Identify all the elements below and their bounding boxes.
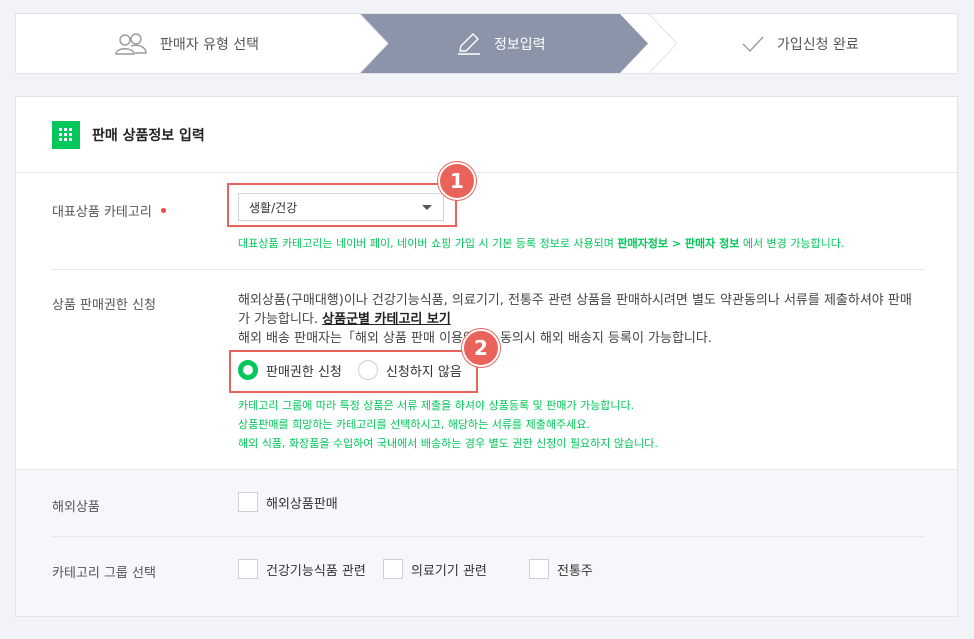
category-guide-link[interactable]: 상품군별 카테고리 보기 [322,312,451,327]
category-note-prefix: 대표상품 카테고리는 네이버 페이, 네이버 쇼핑 가입 시 기본 등록 정보로… [238,237,618,250]
step-separator [360,14,389,73]
step-label: 가입신청 완료 [777,36,859,53]
category-selected-value: 생활/건강 [249,200,298,215]
checkbox-label: 전통주 [557,563,593,579]
permission-desc-line1: 해외상품(구매대행)이나 건강기능식품, 의료기기, 전통주 관련 상품을 판매… [238,293,912,308]
category-note: 대표상품 카테고리는 네이버 페이, 네이버 쇼핑 가입 시 기본 등록 정보로… [238,234,844,253]
health-food-checkbox[interactable]: 건강기능식품 관련 [238,559,366,579]
row-divider [52,269,924,270]
category-group-label: 카테고리 그룹 선택 [52,566,156,581]
chevron-down-icon [422,205,432,210]
permission-note: 상품판매를 희망하는 카테고리를 선택하시고, 해당하는 서류를 제출해주세요. [238,418,590,431]
card-title: 판매 상품정보 입력 [92,127,205,144]
permission-description: 해외상품(구매대행)이나 건강기능식품, 의료기기, 전통주 관련 상품을 판매… [238,291,928,348]
category-note-bold: 판매자정보 > 판매자 정보 [617,237,740,250]
checkbox-box [383,559,403,579]
permission-radio-group: 판매권한 신청 신청하지 않음 [238,360,462,380]
permission-note: 해외 식품, 화장품을 수입하여 국내에서 배송하는 경우 별도 권한 신청이 … [238,437,658,450]
step-label: 판매자 유형 선택 [160,36,260,53]
step-separator [649,14,678,73]
checkbox-label: 건강기능식품 관련 [266,563,366,579]
checkbox-box [529,559,549,579]
check-icon [742,36,764,52]
medical-device-checkbox[interactable]: 의료기기 관련 [383,559,487,579]
overseas-checkbox[interactable]: 해외상품판매 [238,492,338,512]
step-label: 정보입력 [494,36,546,53]
radio-label: 판매권한 신청 [266,364,342,380]
radio-not-apply[interactable]: 신청하지 않음 [357,360,462,380]
card-header: 판매 상품정보 입력 [16,97,957,173]
permission-desc-line2: 가 가능합니다. [238,312,323,327]
row-divider [52,536,924,537]
signup-stepper: 판매자 유형 선택 정보입력 가입신청 완료 [15,13,958,74]
category-group-section: 해외상품 해외상품판매 카테고리 그룹 선택 건강기능식품 관련 의료기기 관련… [16,469,957,616]
permission-note: 카테고리 그룹에 따라 특정 상품은 서류 제출을 하셔야 상품등록 및 판매가… [238,399,635,412]
radio-label: 신청하지 않음 [385,364,462,380]
step-complete[interactable]: 가입신청 완료 [741,14,859,73]
annotation-badge-1: 1 [438,162,476,200]
category-label: 대표상품 카테고리 [52,201,166,220]
radio-circle-off [357,360,378,380]
annotation-badge-2: 2 [462,329,500,367]
permission-notes: 카테고리 그룹에 따라 특정 상품은 서류 제출을 하셔야 상품등록 및 판매가… [238,396,658,453]
overseas-label: 해외상품 [52,500,100,515]
checkbox-box [238,559,258,579]
category-note-suffix: 에서 변경 가능합니다. [739,237,845,250]
permission-label: 상품 판매권한 신청 [52,298,156,313]
checkbox-label: 해외상품판매 [266,496,338,512]
product-info-card: 판매 상품정보 입력 대표상품 카테고리 생활/건강 1 대표상품 카테고리는 … [15,96,958,617]
checkbox-label: 의료기기 관련 [411,563,487,579]
category-select[interactable]: 생활/건강 [238,193,444,221]
step-seller-type[interactable]: 판매자 유형 선택 [114,14,259,73]
step-info-input[interactable]: 정보입력 [456,14,546,73]
users-icon [115,32,147,55]
category-label-text: 대표상품 카테고리 [52,205,152,220]
pencil-icon [458,32,480,55]
permission-desc-line3: 해외 배송 판매자는「해외 상품 판매 이용약관」동의시 해외 배송지 등록이 … [238,331,712,346]
traditional-liquor-checkbox[interactable]: 전통주 [529,559,593,579]
checkbox-box [238,492,258,512]
radio-apply[interactable]: 판매권한 신청 [238,360,342,380]
required-dot [160,208,166,213]
grid-icon [52,120,80,149]
radio-circle-on [238,360,258,380]
